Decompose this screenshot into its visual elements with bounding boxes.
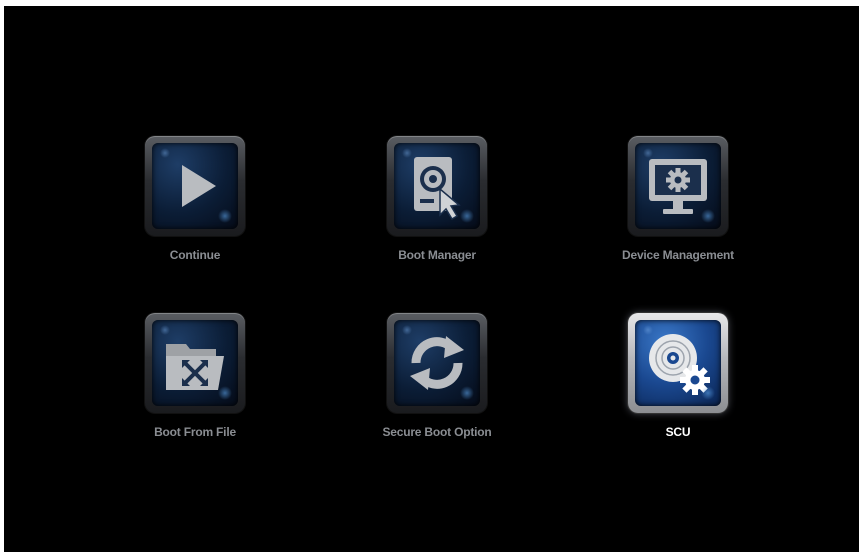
refresh-icon	[410, 336, 464, 390]
menu-item-scu[interactable]: SCU	[603, 313, 753, 439]
scu-label: SCU	[665, 425, 691, 439]
folder-icon	[166, 344, 224, 390]
play-icon	[182, 165, 216, 207]
boot-from-file-icon-frame	[145, 313, 245, 413]
continue-icon-frame	[145, 136, 245, 236]
boot-manager-label: Boot Manager	[398, 248, 476, 262]
menu-item-secure-boot-option[interactable]: Secure Boot Option	[362, 313, 512, 439]
menu-item-continue[interactable]: Continue	[120, 136, 270, 262]
boot-from-file-label: Boot From File	[154, 425, 236, 439]
secure-boot-option-label: Secure Boot Option	[382, 425, 492, 439]
boot-manager-icon-frame	[387, 136, 487, 236]
monitor-gear-icon	[649, 159, 707, 214]
menu-item-device-management[interactable]: Device Management	[603, 136, 753, 262]
continue-label: Continue	[169, 248, 221, 262]
setup-screen: Continue Boot Manager Device Management …	[4, 6, 859, 552]
scu-icon-frame	[628, 313, 728, 413]
menu-item-boot-manager[interactable]: Boot Manager	[362, 136, 512, 262]
secure-boot-option-icon-frame	[387, 313, 487, 413]
disc-gear-icon	[649, 334, 710, 395]
menu-item-boot-from-file[interactable]: Boot From File	[120, 313, 270, 439]
device-management-icon-frame	[628, 136, 728, 236]
boot-drive-icon	[414, 157, 461, 221]
device-management-label: Device Management	[622, 248, 734, 262]
